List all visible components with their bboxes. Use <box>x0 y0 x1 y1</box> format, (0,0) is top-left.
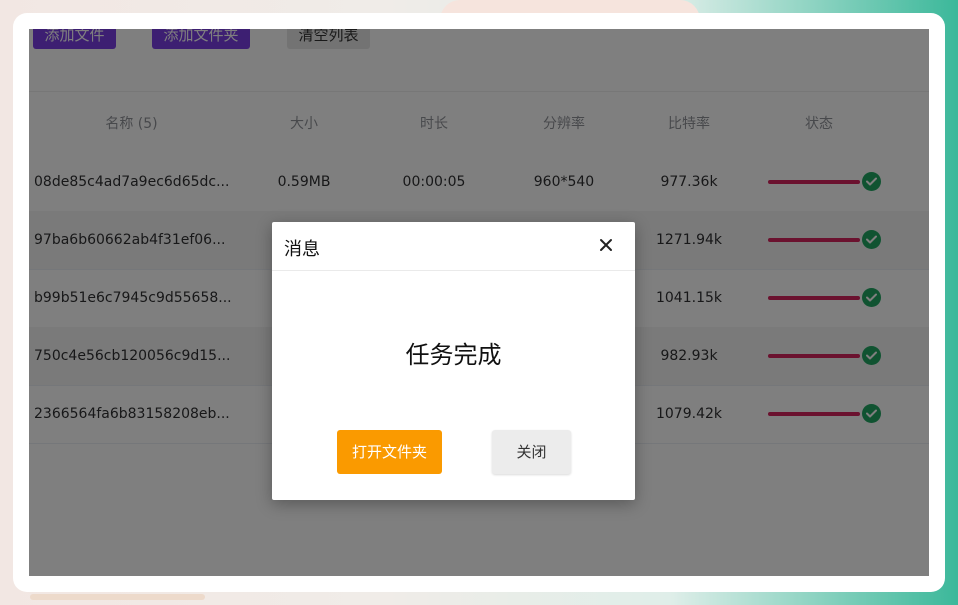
open-folder-button[interactable]: 打开文件夹 <box>337 430 442 474</box>
dialog-title: 消息 <box>284 239 320 260</box>
message-dialog: 消息 任务完成 打开文件夹 关闭 <box>272 222 635 500</box>
close-button[interactable]: 关闭 <box>492 430 571 474</box>
background-decoration-bar <box>30 594 205 600</box>
close-icon[interactable] <box>595 234 617 256</box>
app-window: 添加文件 添加文件夹 清空列表 名称 (5) 大小 时长 分辨率 比特率 状态 … <box>29 29 929 576</box>
dialog-message: 任务完成 <box>405 341 502 369</box>
dialog-header: 消息 <box>272 222 635 271</box>
